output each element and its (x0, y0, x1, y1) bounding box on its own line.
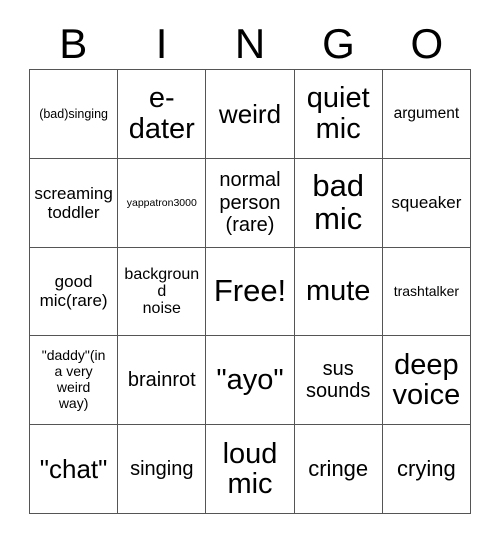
bingo-cell-label: e- dater (128, 82, 195, 145)
bingo-cell-label: singing (130, 457, 194, 480)
bingo-cell[interactable]: "chat" (30, 425, 119, 514)
bingo-cell-label: argument (393, 105, 460, 123)
bingo-cell[interactable]: sus sounds (294, 336, 383, 426)
bingo-cell[interactable]: screaming toddler (30, 158, 119, 248)
bingo-cell-label: (bad)singing (39, 106, 108, 121)
bingo-cell-label: loud mic (222, 437, 278, 501)
bingo-cell[interactable]: weird (206, 70, 295, 159)
bingo-cell-label: trashtalker (393, 282, 460, 299)
header-letter-g: G (322, 19, 355, 67)
bingo-cell[interactable]: brainrot (118, 336, 207, 426)
bingo-cell-label: squeaker (391, 193, 462, 213)
header-letter-o: O (410, 19, 444, 67)
bingo-card: B I N G O (bad)singing e- dater weird qu… (0, 0, 500, 544)
bingo-cell-label: screaming toddler (34, 183, 113, 222)
bingo-cell-label: deep voice (392, 348, 461, 412)
bingo-cell[interactable]: argument (382, 70, 471, 159)
bingo-cell[interactable]: crying (382, 425, 471, 514)
bingo-cell-label: good mic(rare) (39, 272, 108, 311)
bingo-cell-label: "ayo" (216, 364, 284, 397)
bingo-cell[interactable]: bad mic (294, 158, 383, 248)
bingo-cell[interactable]: singing (118, 425, 207, 514)
bingo-cell-label: "chat" (39, 454, 108, 485)
bingo-header-row: B I N G O (29, 18, 471, 69)
bingo-cell[interactable]: yappatron3000 (118, 158, 207, 248)
bingo-cell-label: bad mic (312, 168, 365, 236)
bingo-cell-label: weird (218, 98, 282, 129)
bingo-cell-label: cringe (308, 456, 369, 481)
header-letter-b: B (59, 19, 88, 67)
bingo-cell[interactable]: squeaker (382, 158, 471, 248)
bingo-cell-label: crying (397, 456, 456, 481)
bingo-cell[interactable]: "ayo" (206, 336, 295, 426)
bingo-cell[interactable]: good mic(rare) (30, 247, 119, 337)
bingo-grid: (bad)singing e- dater weird quiet mic ar… (29, 69, 471, 514)
bingo-cell-label: mute (305, 275, 371, 308)
bingo-cell-label: "daddy"(in a very weird way) (41, 347, 106, 412)
bingo-cell-label: sus sounds (305, 357, 371, 403)
bingo-cell[interactable]: deep voice (382, 336, 471, 426)
bingo-cell[interactable]: trashtalker (382, 247, 471, 337)
bingo-cell-free-space[interactable]: Free! (206, 247, 295, 337)
bingo-cell[interactable]: cringe (294, 425, 383, 514)
header-letter-i: I (155, 19, 168, 67)
bingo-cell[interactable]: mute (294, 247, 383, 337)
bingo-cell[interactable]: e- dater (118, 70, 207, 159)
bingo-cell[interactable]: quiet mic (294, 70, 383, 159)
bingo-cell-label: yappatron3000 (126, 196, 197, 209)
header-letter-n: N (234, 19, 266, 67)
bingo-cell-label: background noise (124, 265, 200, 318)
bingo-cell[interactable]: background noise (118, 247, 207, 337)
bingo-cell-label: brainrot (127, 369, 196, 392)
bingo-cell[interactable]: "daddy"(in a very weird way) (30, 336, 119, 426)
bingo-cell[interactable]: (bad)singing (30, 70, 119, 159)
bingo-cell[interactable]: normal person (rare) (206, 158, 295, 248)
bingo-cell-label: quiet mic (306, 82, 370, 145)
bingo-cell-label: normal person (rare) (219, 169, 281, 236)
bingo-cell-label: Free! (213, 273, 287, 309)
bingo-cell[interactable]: loud mic (206, 425, 295, 514)
